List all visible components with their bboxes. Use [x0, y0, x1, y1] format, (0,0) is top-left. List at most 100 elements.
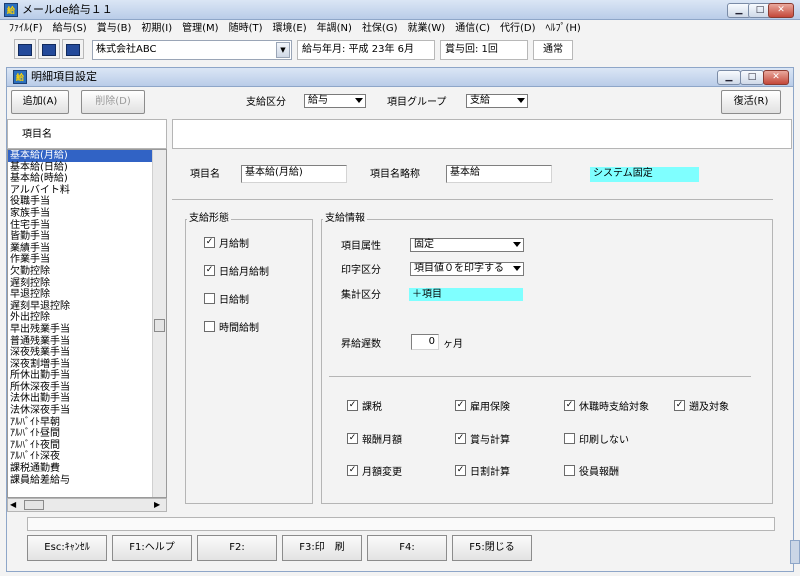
list-item[interactable]: 業績手当: [8, 243, 154, 255]
list-item[interactable]: 欠勤控除: [8, 266, 154, 278]
menu-item[interactable]: 賞与(B): [92, 21, 137, 37]
window-maximize-icon[interactable]: □: [740, 70, 764, 85]
checkbox-icon[interactable]: ✓: [455, 465, 466, 476]
list-item[interactable]: 基本給(日給): [8, 162, 154, 174]
attr-select[interactable]: 固定: [410, 238, 524, 252]
menu-item[interactable]: 管理(M): [177, 21, 223, 37]
delay-field[interactable]: 0: [411, 334, 439, 350]
list-item[interactable]: 課税通勤費: [8, 463, 154, 475]
list-item[interactable]: 基本給(月給): [8, 150, 154, 162]
checkbox-icon[interactable]: ✓: [347, 465, 358, 476]
mail-icon[interactable]: [38, 39, 60, 59]
checkbox-icon[interactable]: ✓: [455, 433, 466, 444]
list-item[interactable]: 住宅手当: [8, 220, 154, 232]
list-item[interactable]: 作業手当: [8, 254, 154, 266]
function-key-button[interactable]: Esc:ｷｬﾝｾﾙ: [27, 535, 107, 561]
function-key-button[interactable]: F3:印 刷: [282, 535, 362, 561]
item-name-field[interactable]: 基本給(月給): [241, 165, 347, 183]
list-item[interactable]: 深夜残業手当: [8, 347, 154, 359]
pay-info-option[interactable]: ✓ 雇用保険: [455, 398, 510, 413]
close-icon[interactable]: ✕: [768, 3, 794, 18]
checkbox-icon[interactable]: ✓: [204, 237, 215, 248]
add-button[interactable]: 追加(A): [11, 90, 69, 114]
pay-form-option[interactable]: ✓ 日給月給制: [204, 263, 269, 278]
function-key-button[interactable]: F1:ヘルプ: [112, 535, 192, 561]
list-item[interactable]: 早退控除: [8, 289, 154, 301]
function-key-button[interactable]: F2:: [197, 535, 277, 561]
pay-info-option[interactable]: 印刷しない: [564, 431, 629, 446]
menu-item[interactable]: 環境(E): [268, 21, 312, 37]
menu-item[interactable]: ﾌｧｲﾙ(F): [4, 21, 48, 37]
pay-info-option[interactable]: ✓ 報酬月額: [347, 431, 402, 446]
menu-item[interactable]: 社保(G): [357, 21, 403, 37]
menu-item[interactable]: 給与(S): [48, 21, 92, 37]
checkbox-icon[interactable]: [204, 321, 215, 332]
list-item[interactable]: 法休出勤手当: [8, 393, 154, 405]
list-item[interactable]: ｱﾙﾊﾞｲﾄ夜間: [8, 440, 154, 452]
list-item[interactable]: 皆勤手当: [8, 231, 154, 243]
scroll-thumb[interactable]: [154, 319, 165, 332]
pay-info-option[interactable]: ✓ 休職時支給対象: [564, 398, 649, 413]
list-item[interactable]: ｱﾙﾊﾞｲﾄ昼間: [8, 428, 154, 440]
menu-item[interactable]: 代行(D): [495, 21, 541, 37]
item-list[interactable]: 基本給(月給) 基本給(日給) 基本給(時給) アルバイト料 役職手当 家族手当 住宅手当皆…: [7, 149, 167, 498]
list-item[interactable]: 深夜割増手当: [8, 359, 154, 371]
list-item[interactable]: 普通残業手当: [8, 336, 154, 348]
mail-send-icon[interactable]: [62, 39, 84, 59]
pay-type-select[interactable]: 給与: [304, 94, 366, 108]
checkbox-icon[interactable]: ✓: [347, 400, 358, 411]
list-horizontal-scrollbar[interactable]: ◀ ▶: [7, 498, 167, 512]
pay-info-option[interactable]: ✓ 課税: [347, 398, 382, 413]
list-item[interactable]: 基本給(時給): [8, 173, 154, 185]
pay-info-option[interactable]: ✓ 日割計算: [455, 463, 510, 478]
list-item[interactable]: 遅刻早退控除: [8, 301, 154, 313]
checkbox-icon[interactable]: ✓: [674, 400, 685, 411]
list-item[interactable]: 遅刻控除: [8, 278, 154, 290]
pay-info-option[interactable]: ✓ 賞与計算: [455, 431, 510, 446]
menu-item[interactable]: 通信(C): [450, 21, 495, 37]
delete-button[interactable]: 削除(D): [81, 90, 145, 114]
list-item[interactable]: ｱﾙﾊﾞｲﾄ深夜: [8, 451, 154, 463]
checkbox-icon[interactable]: ✓: [455, 400, 466, 411]
window-close-icon[interactable]: ✕: [763, 70, 789, 85]
checkbox-icon[interactable]: ✓: [204, 265, 215, 276]
print-select[interactable]: 項目値０を印字する: [410, 262, 524, 276]
list-item[interactable]: 役職手当: [8, 196, 154, 208]
save-icon[interactable]: [14, 39, 36, 59]
pay-form-option[interactable]: ✓ 月給制: [204, 235, 249, 250]
list-item[interactable]: 早出残業手当: [8, 324, 154, 336]
short-name-field[interactable]: 基本給: [446, 165, 552, 183]
list-item[interactable]: 所休出勤手当: [8, 370, 154, 382]
menu-item[interactable]: ﾍﾙﾌﾟ(H): [541, 21, 586, 37]
menu-item[interactable]: 随時(T): [224, 21, 268, 37]
list-vertical-scrollbar[interactable]: [152, 150, 166, 497]
chevron-down-icon[interactable]: ▼: [276, 42, 290, 58]
menu-item[interactable]: 初期(I): [136, 21, 177, 37]
checkbox-icon[interactable]: [564, 433, 575, 444]
restore-button[interactable]: 復活(R): [721, 90, 781, 114]
list-item[interactable]: 外出控除: [8, 312, 154, 324]
scroll-thumb-horizontal[interactable]: [24, 500, 44, 510]
list-item[interactable]: 所休深夜手当: [8, 382, 154, 394]
pay-info-option[interactable]: ✓ 月額変更: [347, 463, 402, 478]
pay-form-option[interactable]: 時間給制: [204, 319, 259, 334]
menu-item[interactable]: 就業(W): [403, 21, 451, 37]
list-item[interactable]: 法休深夜手当: [8, 405, 154, 417]
menu-item[interactable]: 年調(N): [312, 21, 357, 37]
company-select[interactable]: 株式会社ABC ▼: [92, 40, 292, 60]
checkbox-icon[interactable]: ✓: [347, 433, 358, 444]
item-group-select[interactable]: 支給: [466, 94, 528, 108]
checkbox-icon[interactable]: ✓: [564, 400, 575, 411]
scroll-right-icon[interactable]: ▶: [154, 500, 164, 510]
list-item[interactable]: 課員給差給与: [8, 475, 154, 487]
list-item[interactable]: ｱﾙﾊﾞｲﾄ早朝: [8, 417, 154, 429]
scroll-left-icon[interactable]: ◀: [10, 500, 20, 510]
pay-form-option[interactable]: 日給制: [204, 291, 249, 306]
function-key-button[interactable]: F5:閉じる: [452, 535, 532, 561]
checkbox-icon[interactable]: [204, 293, 215, 304]
list-item[interactable]: アルバイト料: [8, 185, 154, 197]
list-item[interactable]: 家族手当: [8, 208, 154, 220]
pay-info-option[interactable]: 役員報酬: [564, 463, 619, 478]
window-minimize-icon[interactable]: ▁: [717, 70, 741, 85]
function-key-button[interactable]: F4:: [367, 535, 447, 561]
